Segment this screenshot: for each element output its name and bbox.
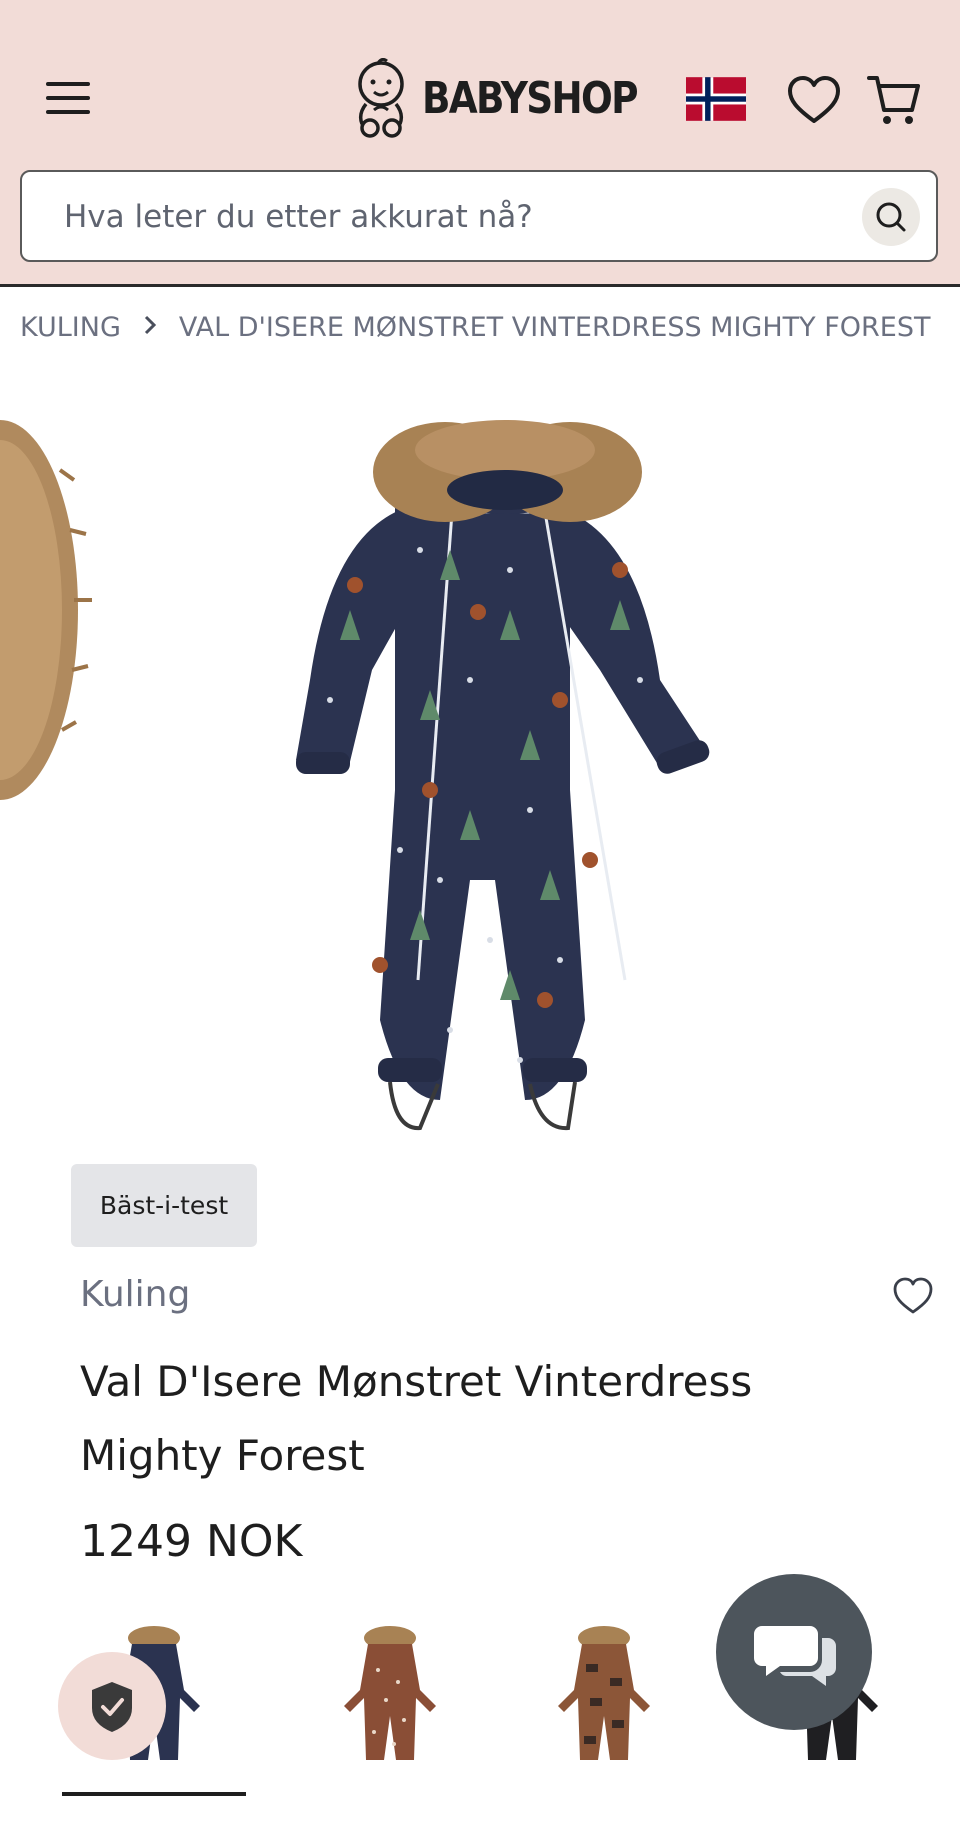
trust-badge-button[interactable] bbox=[58, 1652, 166, 1760]
babyshop-logo[interactable]: BABYSHOP bbox=[352, 58, 675, 138]
heart-outline-icon[interactable] bbox=[892, 1276, 934, 1316]
thumbnail-image bbox=[344, 1626, 436, 1760]
product-image bbox=[0, 420, 710, 1131]
product-brand[interactable]: Kuling bbox=[80, 1274, 190, 1315]
norway-flag-icon[interactable] bbox=[686, 76, 746, 122]
baby-logo-icon bbox=[358, 58, 404, 138]
site-header: BABYSHOP bbox=[0, 0, 960, 284]
breadcrumb: KULING VAL D'ISERE MØNSTRET VINTERDRESS … bbox=[20, 312, 930, 343]
menu-icon-bar bbox=[46, 110, 90, 114]
header-divider bbox=[0, 284, 960, 287]
chat-button[interactable] bbox=[716, 1574, 872, 1730]
cart-icon[interactable] bbox=[866, 72, 922, 128]
product-image-carousel[interactable] bbox=[0, 380, 960, 1145]
shield-check-icon bbox=[92, 1682, 132, 1732]
breadcrumb-item-brand[interactable]: KULING bbox=[20, 312, 121, 343]
search-icon bbox=[876, 202, 906, 232]
thumbnail-brown-dots[interactable] bbox=[298, 1620, 482, 1770]
thumbnail-image bbox=[558, 1626, 650, 1760]
product-title: Val D'Isere Mønstret Vinterdress Mighty … bbox=[80, 1345, 880, 1493]
thumbnail-brown-print[interactable] bbox=[512, 1620, 696, 1770]
search-input[interactable] bbox=[62, 172, 846, 262]
heart-icon[interactable] bbox=[786, 74, 842, 126]
logo-text: BABYSHOP bbox=[422, 72, 639, 124]
product-title-line1: Val D'Isere Mønstret Vinterdress bbox=[80, 1357, 753, 1406]
chevron-right-icon bbox=[143, 312, 157, 343]
chat-bubbles-icon bbox=[754, 1626, 836, 1686]
menu-button[interactable] bbox=[40, 76, 96, 120]
search-bar bbox=[20, 170, 938, 262]
snowsuit-illustration bbox=[296, 420, 710, 1131]
product-title-line2: Mighty Forest bbox=[80, 1431, 365, 1480]
menu-icon-bar bbox=[46, 96, 90, 100]
breadcrumb-item-product: VAL D'ISERE MØNSTRET VINTERDRESS MIGHTY … bbox=[178, 312, 931, 343]
product-price: 1249 NOK bbox=[80, 1516, 303, 1567]
best-in-test-badge: Bäst-i-test bbox=[71, 1164, 257, 1247]
search-button[interactable] bbox=[862, 188, 920, 246]
selected-thumbnail-indicator bbox=[62, 1792, 246, 1796]
menu-icon-bar bbox=[46, 82, 90, 86]
previous-image-peek bbox=[0, 420, 92, 800]
